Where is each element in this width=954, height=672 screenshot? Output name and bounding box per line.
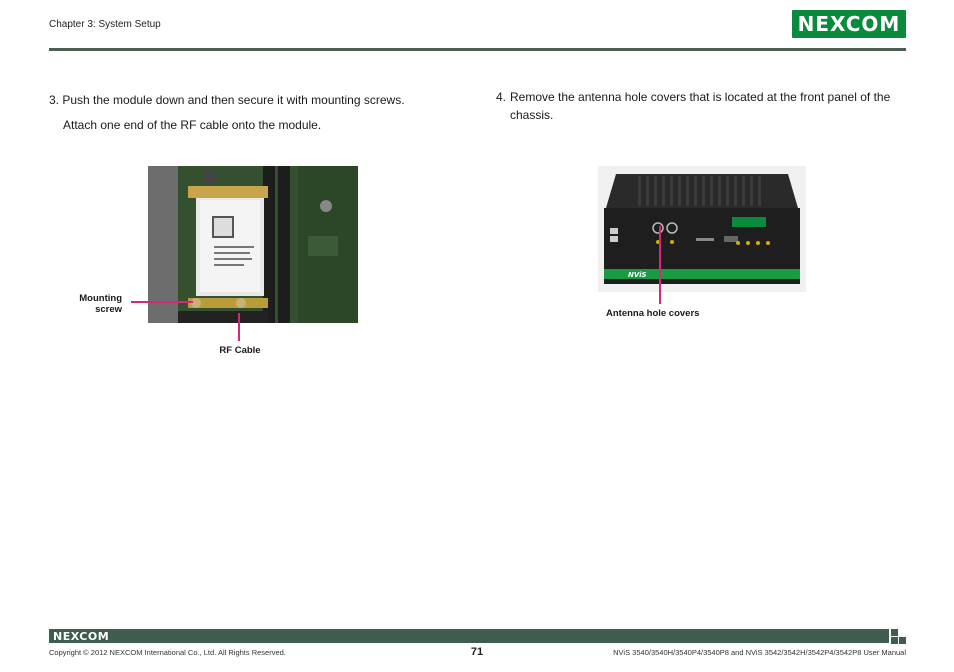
callout-line-rf [238,313,240,341]
page-number: 71 [470,646,484,658]
step-3-line-1: 3. Push the module down and then secure … [49,93,405,107]
device-label: NViS [628,271,647,279]
step-3-line-2: Attach one end of the RF cable onto the … [63,118,322,132]
footer-logo-text: NEXCOM [53,629,110,643]
callout-mounting-screw: Mounting screw [79,293,122,315]
step-4-text: Remove the antenna hole covers that is l… [510,90,891,122]
footer-square-top [891,629,898,636]
callout-rf-cable: RF Cable [219,345,261,356]
chapter-title: Chapter 3: System Setup [49,19,161,30]
module-photo [148,166,358,323]
callout-line-mounting [131,301,193,303]
module-photo-illustration [148,166,358,323]
step-4-number: 4. [496,90,507,104]
manual-title: NViS 3540/3540H/3540P4/3540P8 and NViS 3… [613,648,906,657]
footer-square-bottom-right [899,637,906,644]
callout-line-antenna [659,226,661,304]
chassis-photo: NViS [598,166,806,292]
chassis-illustration: NViS [598,166,806,292]
nexcom-logo: NEXCOM [792,10,906,38]
callout-antenna-hole-covers: Antenna hole covers [606,308,700,319]
logo-text: NEXCOM [797,12,901,36]
copyright: Copyright © 2012 NEXCOM International Co… [49,648,286,657]
footer-square-bottom-left [891,637,898,644]
header-rule [49,48,906,51]
footer-bar [49,629,889,643]
step-4: 4. Remove the antenna hole covers that i… [496,88,906,124]
footer-logo: NEXCOM [53,629,109,643]
